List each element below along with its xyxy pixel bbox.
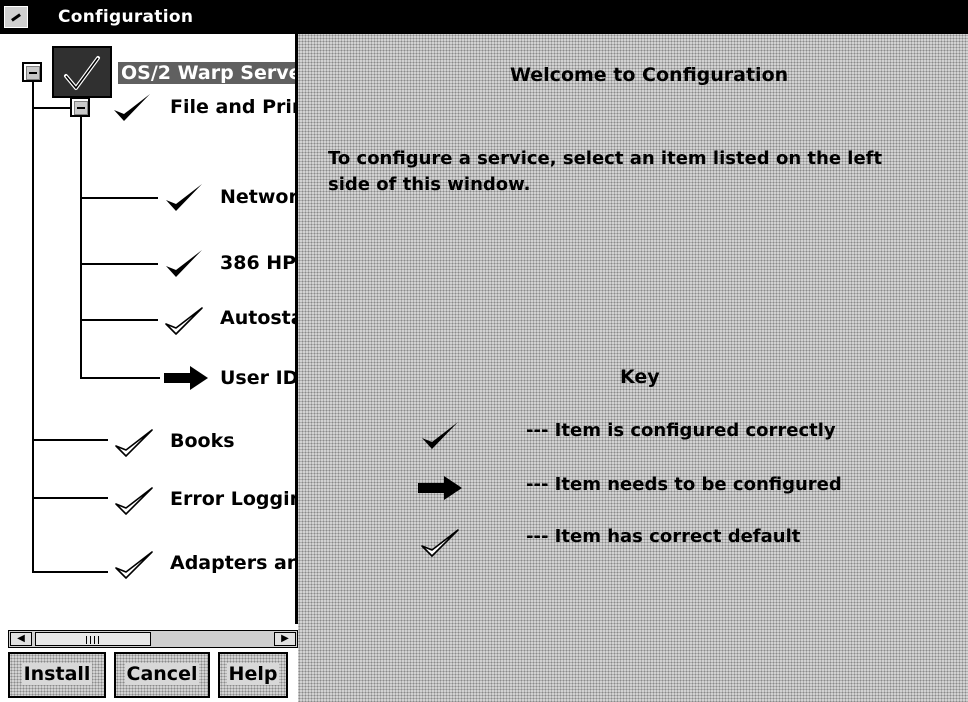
tree-item-books[interactable]: Books	[170, 430, 235, 452]
install-button[interactable]: Install	[8, 652, 106, 698]
key-text-needs-config: --- Item needs to be configured	[526, 474, 842, 495]
key-heading: Key	[620, 366, 660, 388]
arrow-right-icon	[162, 364, 210, 396]
content-pane: Welcome to Configuration To configure a …	[298, 34, 968, 702]
root-collapse-button[interactable]	[22, 62, 42, 82]
tree-item-root[interactable]: OS/2 Warp Serve	[118, 62, 295, 84]
key-text-configured: --- Item is configured correctly	[526, 420, 836, 441]
welcome-heading: Welcome to Configuration	[510, 64, 789, 86]
check-outline-icon	[112, 424, 156, 464]
tree-item-user-id[interactable]: User ID	[220, 367, 295, 389]
system-menu-icon[interactable]	[4, 6, 28, 28]
scroll-left-arrow-icon[interactable]: ◀	[10, 632, 32, 646]
scroll-right-arrow-icon[interactable]: ▶	[274, 632, 296, 646]
instruction-text: To configure a service, select an item l…	[328, 148, 883, 195]
check-outline-icon	[162, 302, 206, 342]
check-bold-icon	[418, 418, 462, 458]
tree-item-adapters[interactable]: Adapters and	[170, 552, 295, 574]
check-bold-icon	[110, 90, 154, 130]
tree-item-autostart[interactable]: Autosta	[220, 307, 295, 329]
check-bold-icon	[162, 246, 206, 286]
tree-item-network[interactable]: Network	[220, 186, 295, 208]
cancel-button[interactable]: Cancel	[114, 652, 210, 698]
tree-pane: OS/2 Warp Serve File and Prir Network 38…	[0, 34, 298, 624]
window-title-bar[interactable]: Configuration	[0, 0, 968, 34]
tree-item-386hp[interactable]: 386 HP	[220, 252, 295, 274]
scroll-thumb[interactable]	[35, 632, 151, 646]
window-title: Configuration	[58, 7, 194, 27]
check-outline-icon	[112, 482, 156, 522]
arrow-right-icon	[416, 474, 464, 506]
group-collapse-button[interactable]	[70, 97, 90, 117]
check-selected-icon[interactable]	[52, 46, 112, 98]
button-bar: Install Cancel Help	[0, 650, 298, 702]
check-outline-icon	[418, 524, 462, 564]
tree-item-error-logging[interactable]: Error Logging	[170, 488, 295, 510]
check-bold-icon	[162, 180, 206, 220]
tree-item-file-and-print[interactable]: File and Prir	[170, 96, 295, 118]
key-text-default: --- Item has correct default	[526, 526, 801, 547]
horizontal-scrollbar[interactable]: ◀ ▶	[8, 630, 298, 648]
check-outline-icon	[112, 546, 156, 586]
help-button[interactable]: Help	[218, 652, 288, 698]
